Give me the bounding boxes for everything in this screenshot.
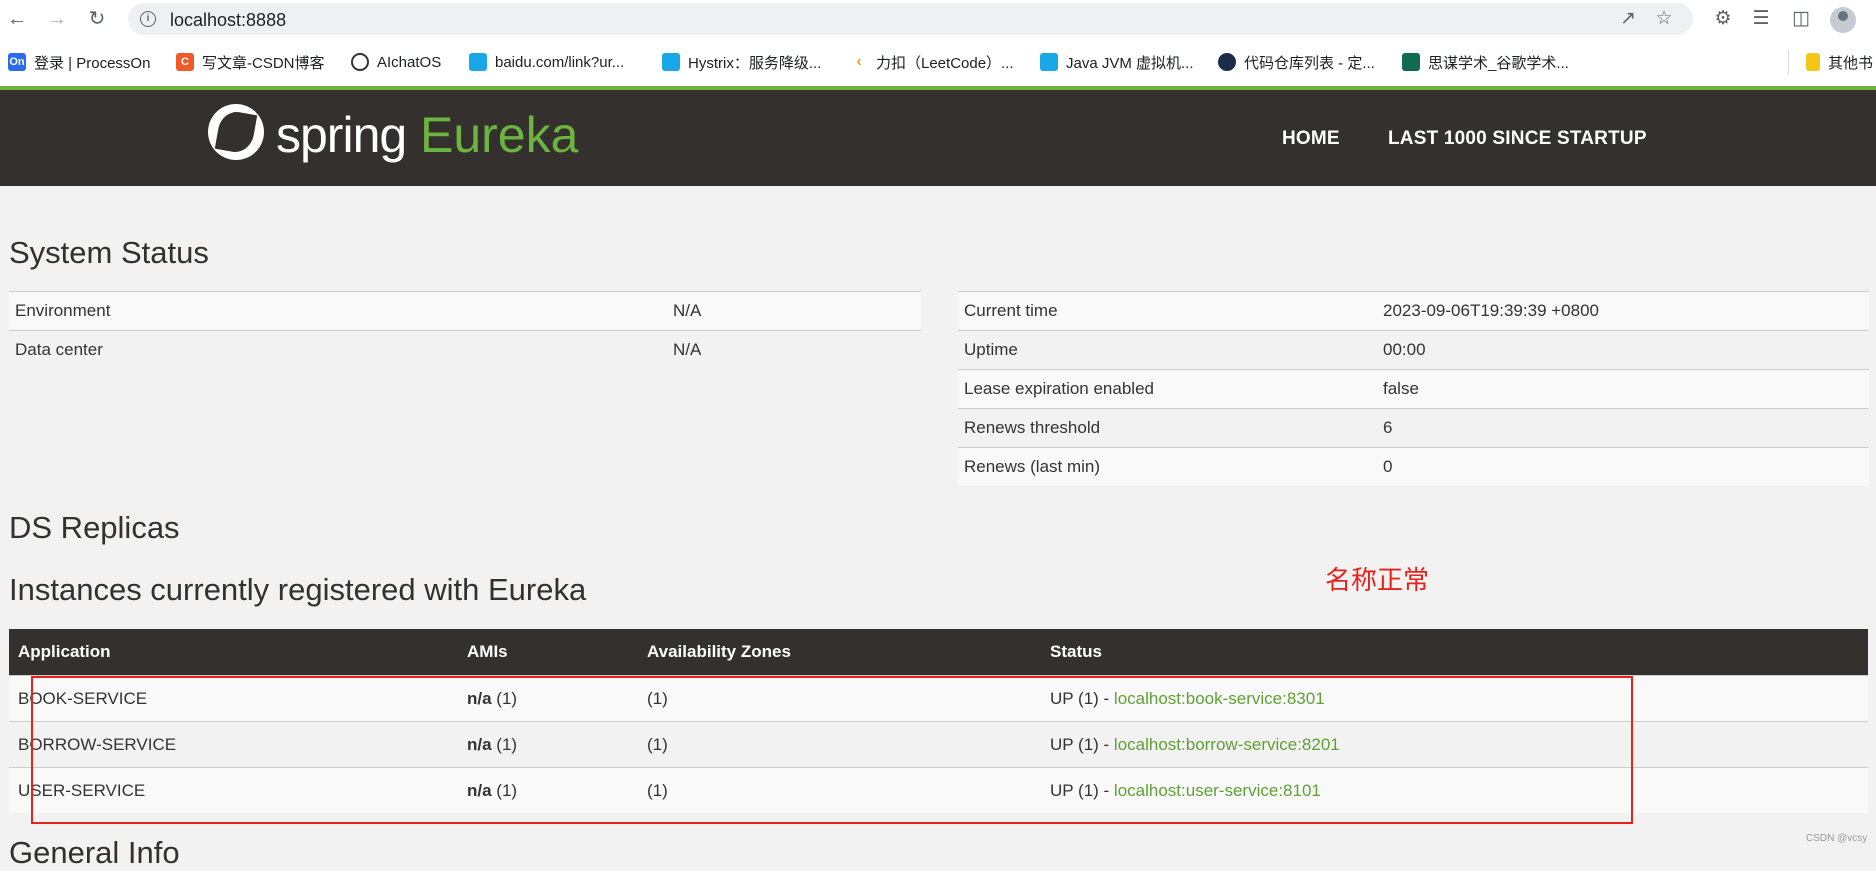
status-label: Data center [9,330,667,369]
bookmark-java-jvm[interactable]: Java JVM 虚拟机... [1040,52,1194,72]
bookmark-star-icon[interactable]: ☆ [1652,7,1676,31]
table-row: Lease expiration enabled false [958,369,1869,409]
status-value: N/A [667,330,921,369]
logo-eureka-text[interactable]: Eureka [420,106,578,164]
bilibili-tv-icon [662,53,680,71]
status-value: 0 [1377,447,1869,486]
bookmark-aichatos[interactable]: AIchatOS [351,52,441,72]
bookmark-label: 代码仓库列表 - 定... [1244,54,1375,72]
bookmark-label: AIchatOS [377,53,442,71]
bilibili-tv-icon [469,53,487,71]
reading-list-icon[interactable]: ☰ [1748,6,1774,32]
share-icon[interactable]: ↗ [1616,7,1640,31]
nav-last1000-link[interactable]: LAST 1000 SINCE STARTUP [1388,128,1647,150]
annotation-highlight-box [31,676,1633,824]
browser-toolbar: ← → ↻ i localhost:8888 ↗ ☆ ⚙ ☰ ◫ [0,0,1876,38]
csdn-icon: C [176,53,194,71]
table-row: Renews (last min) 0 [958,447,1869,486]
bookmark-leetcode[interactable]: ‹ 力扣（LeetCode）... [850,52,1014,72]
processon-icon: On [8,53,26,71]
bookmark-label: Hystrix：服务降级... [688,54,822,72]
status-label: Lease expiration enabled [958,369,1377,409]
bookmark-baidu[interactable]: baidu.com/link?ur... [469,52,624,72]
status-value: 00:00 [1377,330,1869,370]
bookmarks-bar: On 登录 | ProcessOn C 写文章-CSDN博客 AIchatOS … [0,38,1876,87]
column-header-zones: Availability Zones [638,629,1041,676]
extensions-puzzle-icon[interactable]: ⚙ [1710,6,1736,32]
bookmark-csdn[interactable]: C 写文章-CSDN博客 [176,52,325,72]
side-panel-icon[interactable]: ◫ [1788,6,1814,32]
status-value: false [1377,369,1869,409]
status-value: 6 [1377,408,1869,448]
bookmark-label: 登录 | ProcessOn [34,54,151,72]
leetcode-icon: ‹ [856,53,862,70]
system-status-title: System Status [9,235,209,270]
status-label: Current time [958,291,1377,331]
watermark-text: CSDN @vcsy [1806,833,1868,844]
table-row: Uptime 00:00 [958,330,1869,370]
reload-icon[interactable]: ↻ [84,6,110,32]
system-status-right-table: Current time 2023-09-06T19:39:39 +0800 U… [958,291,1869,486]
bookmark-label: 写文章-CSDN博客 [202,54,325,72]
bookmark-label: 其他书 [1828,54,1874,72]
table-header-row: Application AMIs Availability Zones Stat… [9,629,1868,676]
bookmark-label: 力扣（LeetCode）... [876,54,1014,72]
general-info-title: General Info [9,835,180,870]
bookmark-code-repo[interactable]: 代码仓库列表 - 定... [1218,52,1375,72]
openai-icon [351,53,369,71]
logo-spring-text[interactable]: spring [276,106,407,164]
spring-leaf-logo-icon[interactable] [208,104,264,160]
status-value: N/A [667,291,921,331]
system-status-left-table: Environment N/A Data center N/A [9,291,921,369]
folder-icon [1806,53,1820,71]
ds-replicas-title: DS Replicas [9,510,180,545]
eye-logo-icon [1218,53,1236,71]
eureka-navbar: spring Eureka HOME LAST 1000 SINCE START… [0,90,1876,186]
bookmark-other[interactable]: 其他书 [1806,52,1873,72]
site-info-icon[interactable]: i [140,11,156,27]
bookmark-hystrix[interactable]: Hystrix：服务降级... [662,52,821,72]
bookmark-label: Java JVM 虚拟机... [1066,54,1194,72]
table-row: Data center N/A [9,330,921,369]
nav-home-link[interactable]: HOME [1282,128,1340,150]
bilibili-tv-icon [1040,53,1058,71]
table-row: Environment N/A [9,291,921,331]
scholar-icon [1402,53,1420,71]
status-label: Renews threshold [958,408,1377,448]
address-bar[interactable]: i localhost:8888 ↗ ☆ [128,3,1693,35]
profile-avatar-icon[interactable] [1830,7,1856,33]
column-header-status: Status [1041,629,1868,676]
bookmark-separator [1788,50,1789,74]
bookmark-label: baidu.com/link?ur... [495,53,625,71]
back-arrow-icon[interactable]: ← [4,6,30,32]
url-text: localhost:8888 [170,10,287,30]
instances-title: Instances currently registered with Eure… [9,572,587,607]
forward-arrow-icon[interactable]: → [44,6,70,32]
status-label: Renews (last min) [958,447,1377,486]
annotation-label: 名称正常 [1325,565,1430,595]
column-header-amis: AMIs [458,629,638,676]
bookmark-scholar[interactable]: 思谋学术_谷歌学术... [1402,52,1569,72]
table-row: Renews threshold 6 [958,408,1869,448]
column-header-application: Application [9,629,458,676]
status-value: 2023-09-06T19:39:39 +0800 [1377,291,1869,331]
table-row: Current time 2023-09-06T19:39:39 +0800 [958,291,1869,331]
status-label: Environment [9,291,667,331]
bookmark-processon[interactable]: On 登录 | ProcessOn [8,52,150,72]
bookmark-label: 思谋学术_谷歌学术... [1428,54,1569,72]
status-label: Uptime [958,330,1377,370]
